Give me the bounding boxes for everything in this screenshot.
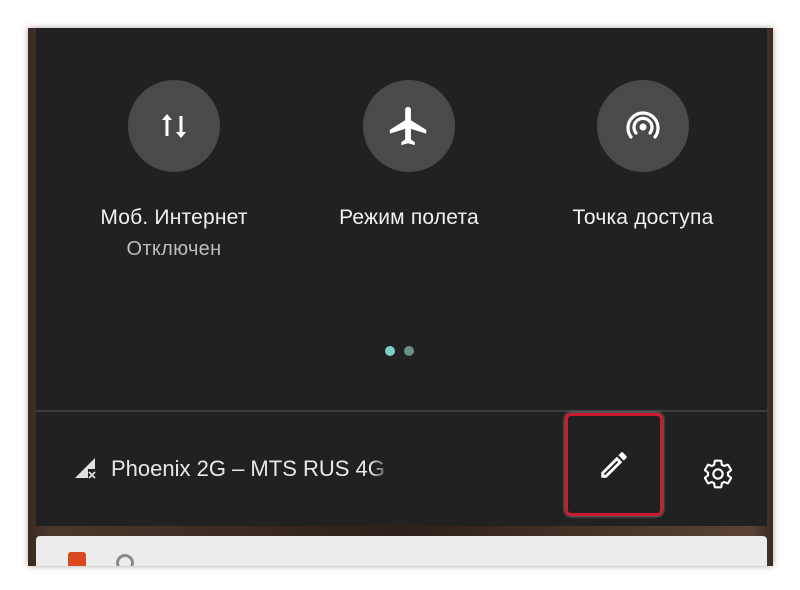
hotspot-button[interactable] (597, 80, 689, 172)
network-label: Phoenix 2G – MTS RUS 4G (111, 456, 385, 481)
airplane-mode-button[interactable] (363, 80, 455, 172)
settings-button[interactable] (698, 454, 738, 494)
network-status[interactable]: Phoenix 2G – MTS RUS 4G (73, 456, 393, 482)
hotspot-icon (626, 111, 660, 139)
notification-card[interactable] (36, 536, 767, 566)
tile-hotspot[interactable]: Точка доступа (523, 80, 763, 230)
mobile-data-button[interactable] (128, 80, 220, 172)
no-signal-icon (75, 458, 96, 479)
mobile-data-icon (162, 114, 186, 138)
airplane-icon (389, 106, 427, 146)
tile-mobile-data-status: Отключен (126, 238, 222, 260)
tile-airplane-mode-label: Режим полета (339, 206, 479, 229)
wallpaper-frame: Моб. Интернет Отключен Режим полета Точк… (28, 28, 773, 566)
page-indicator[interactable] (385, 346, 414, 356)
tile-hotspot-label: Точка доступа (572, 206, 714, 229)
pencil-icon (601, 451, 627, 478)
app-icon (68, 552, 86, 566)
divider (36, 410, 767, 412)
tile-mobile-data-label: Моб. Интернет (100, 206, 248, 229)
tile-airplane-mode[interactable]: Режим полета (289, 80, 529, 230)
edit-button[interactable] (565, 413, 663, 516)
page-dot-inactive (404, 346, 414, 356)
alarm-icon (116, 554, 134, 566)
tile-mobile-data[interactable]: Моб. Интернет Отключен (54, 80, 294, 261)
gear-icon (703, 459, 733, 489)
page-dot-active (385, 346, 395, 356)
quick-settings-panel: Моб. Интернет Отключен Режим полета Точк… (36, 28, 767, 526)
